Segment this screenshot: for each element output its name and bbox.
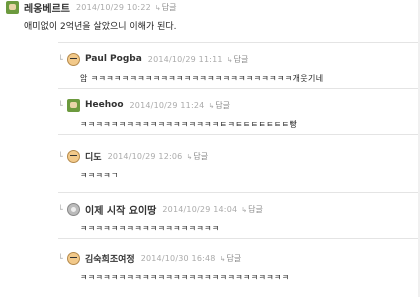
reply-button[interactable]: ↳답글 bbox=[241, 204, 263, 215]
reply-meta: └ Heehoo 2014/10/29 11:24 ↳답글 bbox=[58, 98, 420, 112]
thread-elbow-icon: └ bbox=[58, 253, 63, 263]
comment-meta: 레옹베르트 2014/10/29 10:22 ↳답글 bbox=[6, 0, 406, 15]
reply-meta: └ 김숙희조여정 2014/10/30 16:48 ↳답글 bbox=[58, 251, 420, 265]
reply-time: 2014/10/29 12:06 bbox=[107, 151, 183, 161]
reply-arrow-icon: ↳ bbox=[226, 55, 233, 64]
thread-elbow-icon: └ bbox=[58, 54, 63, 64]
avatar[interactable] bbox=[6, 0, 19, 14]
reply-arrow-icon: ↳ bbox=[241, 205, 248, 214]
avatar[interactable] bbox=[67, 202, 80, 216]
reply-button[interactable]: ↳답글 bbox=[155, 2, 177, 13]
reply-arrow-icon: ↳ bbox=[186, 152, 193, 161]
reply-item: └ Paul Pogba 2014/10/29 11:11 ↳답글 암 ㅋㅋㅋㅋ… bbox=[58, 42, 420, 89]
thread-elbow-icon: └ bbox=[58, 100, 63, 110]
reply-text: ㅋㅋㅋㅋㅋㅋㅋㅋㅋㅋㅋㅋㅋㅋㅋㅋㅋㅋㅌㅋㅌㅌㅌㅌㅌㅌㅌ빵 bbox=[80, 120, 298, 129]
reply-item: └ 디도 2014/10/29 12:06 ↳답글 ㅋㅋㅋㅋㄱ bbox=[58, 134, 420, 193]
reply-label: 답글 bbox=[226, 253, 242, 263]
top-comment: 레옹베르트 2014/10/29 10:22 ↳답글 애미없이 2억년을 살았으… bbox=[6, 0, 406, 32]
reply-meta: └ 이제 시작 요이땅 2014/10/29 14:04 ↳답글 bbox=[58, 202, 420, 217]
thread-elbow-icon: └ bbox=[58, 204, 63, 214]
reply-time: 2014/10/29 11:11 bbox=[147, 54, 223, 64]
comment-time: 2014/10/29 10:22 bbox=[76, 2, 151, 12]
comment-text: 애미없이 2억년을 살았으니 이해가 된다. bbox=[24, 22, 177, 32]
reply-text: ㅋㅋㅋㅋㅋㅋㅋㅋㅋㅋㅋㅋㅋㅋㅋㅋㅋㅋㅋㅋㅋㅋㅋㅋㅋㅋㅋ bbox=[80, 273, 290, 282]
reply-author[interactable]: 디도 bbox=[85, 150, 102, 163]
avatar[interactable] bbox=[67, 149, 80, 163]
reply-time: 2014/10/29 14:04 bbox=[162, 204, 238, 214]
reply-text: 암 ㅋㅋㅋㅋㅋㅋㅋㅋㅋㅋㅋㅋㅋㅋㅋㅋㅋㅋㅋㅋㅋㅋㅋㅋㅋㅋ개웃기네 bbox=[80, 74, 324, 83]
reply-label: 답글 bbox=[161, 2, 177, 12]
reply-time: 2014/10/29 11:24 bbox=[129, 100, 205, 110]
reply-item: └ 김숙희조여정 2014/10/30 16:48 ↳답글 ㅋㅋㅋㅋㅋㅋㅋㅋㅋㅋ… bbox=[58, 238, 420, 298]
reply-meta: └ 디도 2014/10/29 12:06 ↳답글 bbox=[58, 149, 420, 163]
reply-button[interactable]: ↳답글 bbox=[227, 54, 249, 65]
reply-meta: └ Paul Pogba 2014/10/29 11:11 ↳답글 bbox=[58, 52, 420, 66]
reply-label: 답글 bbox=[193, 151, 209, 161]
reply-button[interactable]: ↳답글 bbox=[220, 253, 242, 264]
reply-label: 답글 bbox=[215, 100, 231, 110]
reply-arrow-icon: ↳ bbox=[208, 101, 215, 110]
reply-author[interactable]: 이제 시작 요이땅 bbox=[85, 202, 156, 217]
avatar[interactable] bbox=[67, 251, 80, 265]
reply-label: 답글 bbox=[233, 54, 249, 64]
reply-button[interactable]: ↳답글 bbox=[208, 100, 230, 111]
reply-label: 답글 bbox=[248, 204, 263, 214]
avatar[interactable] bbox=[67, 52, 80, 66]
comment-author[interactable]: 레옹베르트 bbox=[24, 0, 70, 15]
reply-button[interactable]: ↳답글 bbox=[186, 151, 208, 162]
reply-author[interactable]: Heehoo bbox=[85, 100, 124, 110]
reply-text: ㅋㅋㅋㅋㄱ bbox=[80, 171, 119, 180]
reply-arrow-icon: ↳ bbox=[154, 3, 161, 12]
reply-author[interactable]: 김숙희조여정 bbox=[85, 252, 135, 265]
reply-time: 2014/10/30 16:48 bbox=[140, 253, 216, 263]
thread-elbow-icon: └ bbox=[58, 151, 63, 161]
reply-item: └ Heehoo 2014/10/29 11:24 ↳답글 ㅋㅋㅋㅋㅋㅋㅋㅋㅋㅋ… bbox=[58, 88, 420, 135]
reply-text: ㅋㅋㅋㅋㅋㅋㅋㅋㅋㅋㅋㅋㅋㅋㅋㅋㅋㅋ bbox=[80, 224, 220, 233]
reply-item: └ 이제 시작 요이땅 2014/10/29 14:04 ↳답글 ㅋㅋㅋㅋㅋㅋㅋ… bbox=[58, 192, 420, 239]
avatar[interactable] bbox=[67, 98, 80, 112]
reply-author[interactable]: Paul Pogba bbox=[85, 54, 142, 64]
reply-arrow-icon: ↳ bbox=[219, 254, 226, 263]
